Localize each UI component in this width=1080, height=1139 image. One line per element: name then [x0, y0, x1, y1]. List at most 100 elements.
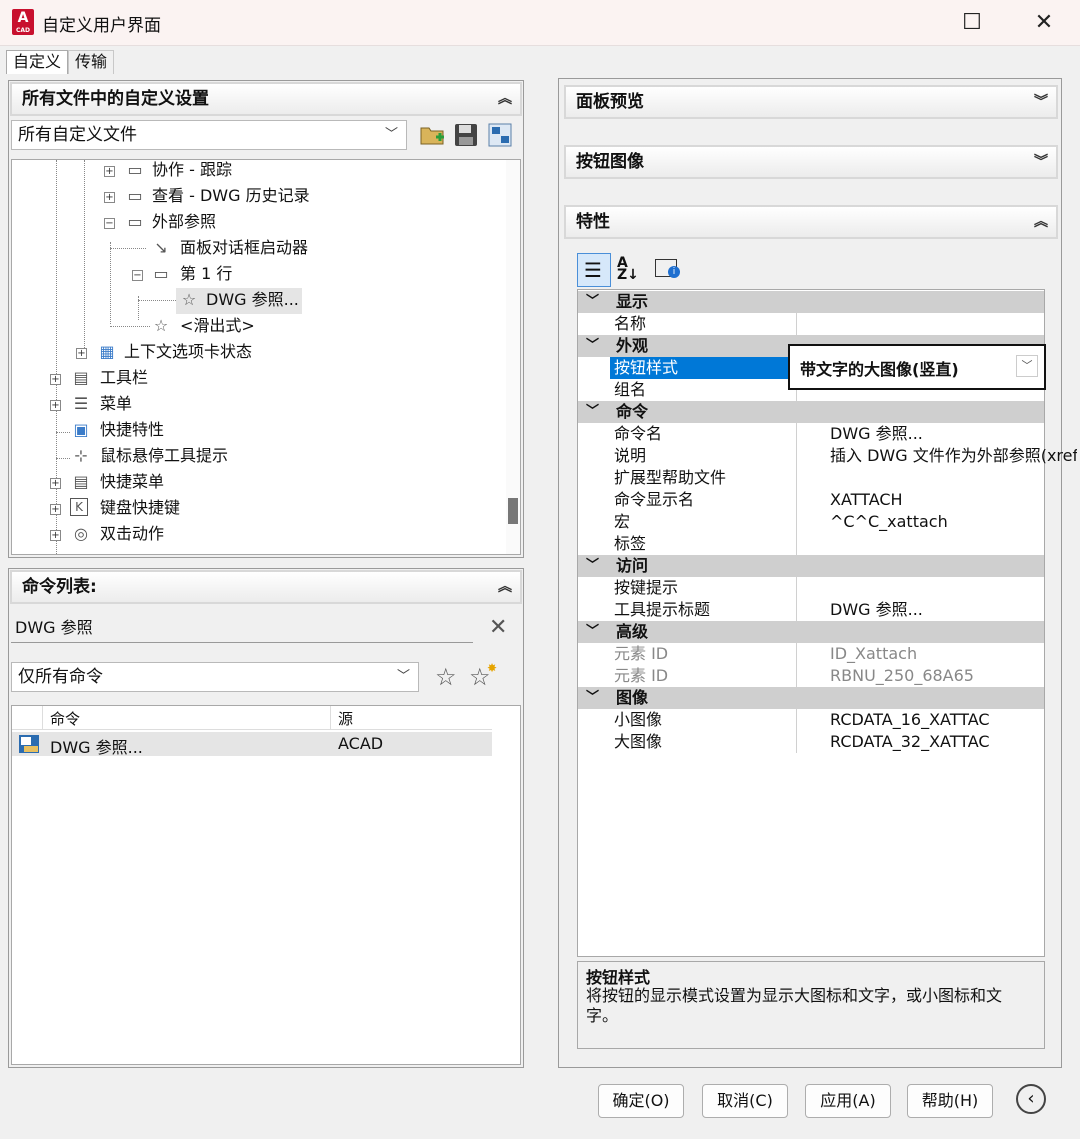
categorized-view-button[interactable]: ☰: [577, 253, 611, 287]
close-button[interactable]: ✕: [1024, 8, 1064, 38]
expand-toggle[interactable]: +: [50, 374, 61, 385]
maximize-button[interactable]: ☐: [952, 8, 992, 38]
right-panel: 面板预览 ︾ 按钮图像 ︾ 特性 ︽ ☰ A Z↓ i ﹀ 显示 名称 ﹀ 外观 按钮…: [558, 78, 1077, 1068]
expand-toggle[interactable]: +: [104, 192, 115, 203]
clear-search-icon[interactable]: ✕: [489, 615, 507, 640]
prop-row[interactable]: 元素 ID RBNU_250_68A65: [610, 665, 1042, 687]
command-list-title: 命令列表:: [22, 577, 97, 597]
prop-row[interactable]: 扩展型帮助文件: [610, 467, 1042, 489]
command-list-table: 命令 源 DWG 参照... ACAD: [11, 705, 521, 1065]
expand-icon[interactable]: ︾: [1034, 147, 1048, 177]
command-list-panel: 命令列表: ︽ DWG 参照 ✕ 仅所有命令 ﹀ ☆ ☆ ✸ 命令 源 DWG …: [8, 568, 524, 1068]
tree-item-slideout[interactable]: <滑出式>: [180, 314, 255, 338]
customization-file-select[interactable]: 所有自定义文件 ﹀: [11, 120, 407, 150]
cancel-button[interactable]: 取消(C): [702, 1084, 788, 1118]
expand-icon[interactable]: ︾: [1034, 87, 1048, 117]
description-box: 按钮样式 将按钮的显示模式设置为显示大图标和文字，或小图标和文字。: [577, 961, 1045, 1049]
prop-row[interactable]: 说明 插入 DWG 文件作为外部参照(xref): [610, 445, 1077, 467]
open-file-icon[interactable]: [419, 122, 447, 148]
tree-item-dwg-ref[interactable]: DWG 参照...: [206, 288, 299, 312]
customization-tree[interactable]: + ▭ 协作 - 跟踪 + ▭ 查看 - DWG 历史记录 − ▭ 外部参照 ↘…: [11, 159, 521, 555]
tree-item-double-click[interactable]: 双击动作: [100, 522, 164, 546]
prop-row[interactable]: 小图像 RCDATA_16_XATTAC: [610, 709, 1042, 731]
tree-item-quick-properties[interactable]: 快捷特性: [100, 418, 164, 442]
ribbon-panel-icon: ▭: [127, 212, 143, 231]
command-search-input[interactable]: DWG 参照: [11, 615, 473, 643]
tree-item-row-1[interactable]: 第 1 行: [180, 262, 232, 286]
prop-row[interactable]: 标签: [610, 533, 1042, 555]
tree-item-rollover-tooltips[interactable]: 鼠标悬停工具提示: [100, 444, 228, 468]
tab-transfer[interactable]: 传输: [68, 50, 115, 74]
column-source[interactable]: 源: [338, 708, 353, 729]
expand-toggle[interactable]: +: [50, 504, 61, 515]
tree-item-dwg-history[interactable]: 查看 - DWG 历史记录: [152, 184, 310, 208]
collapse-left-icon[interactable]: ‹: [1016, 1084, 1046, 1114]
customizations-header[interactable]: 所有文件中的自定义设置 ︽: [10, 82, 522, 116]
properties-header[interactable]: 特性 ︽: [564, 205, 1058, 239]
category-display[interactable]: ﹀ 显示: [578, 291, 1044, 313]
expand-toggle[interactable]: +: [76, 348, 87, 359]
column-command[interactable]: 命令: [50, 708, 80, 729]
toolbar-icon: ▤: [73, 368, 89, 387]
prop-row[interactable]: 宏 ^C^C_xattach: [610, 511, 1042, 533]
tree-item-contextual-tab-states[interactable]: 上下文选项卡状态: [124, 340, 252, 364]
ribbon-panel-icon: ▭: [127, 160, 143, 179]
expand-toggle[interactable]: +: [104, 166, 115, 177]
collapse-icon[interactable]: ︽: [498, 84, 512, 114]
contextual-tab-icon: ▦: [99, 342, 115, 361]
prop-row[interactable]: 命令名 DWG 参照...: [610, 423, 1042, 445]
prop-row[interactable]: 工具提示标题 DWG 参照...: [610, 599, 1042, 621]
table-row[interactable]: DWG 参照... ACAD: [12, 732, 492, 757]
button-style-select[interactable]: 带文字的大图像(竖直) ﹀: [788, 344, 1046, 390]
collapse-toggle[interactable]: −: [104, 218, 115, 229]
tree-item-dialog-launcher[interactable]: 面板对话框启动器: [180, 236, 308, 260]
command-list-header[interactable]: 命令列表: ︽: [10, 570, 522, 604]
tab-customize[interactable]: 自定义: [6, 50, 69, 74]
tree-item-shortcut-menus[interactable]: 快捷菜单: [100, 470, 164, 494]
close-icon: ✕: [1034, 10, 1054, 35]
rollover-tooltip-icon: ⊹: [74, 446, 88, 465]
button-image-header[interactable]: 按钮图像 ︾: [564, 145, 1058, 179]
star-icon: ☆: [181, 290, 197, 309]
tree-item-menus[interactable]: 菜单: [100, 392, 132, 416]
prop-row[interactable]: 命令显示名 XATTACH: [610, 489, 1042, 511]
save-icon[interactable]: [453, 122, 479, 148]
command-filter-select[interactable]: 仅所有命令 ﹀: [11, 662, 419, 692]
category-command[interactable]: ﹀ 命令: [578, 401, 1044, 423]
property-pages-button[interactable]: i: [655, 259, 680, 278]
ribbon-panel-icon: ▭: [127, 186, 143, 205]
title-bar: A CAD 自定义用户界面 ☐ ✕: [0, 0, 1080, 46]
expand-toggle[interactable]: +: [50, 400, 61, 411]
tree-item-toolbars[interactable]: 工具栏: [100, 366, 148, 390]
find-command-icon[interactable]: ☆: [435, 663, 457, 691]
categorized-icon: ☰: [584, 258, 602, 282]
collapse-icon[interactable]: ︽: [1034, 207, 1048, 237]
tree-scrollbar[interactable]: [506, 160, 520, 554]
autocad-app-icon: A CAD: [12, 9, 34, 35]
description-text: 将按钮的显示模式设置为显示大图标和文字，或小图标和文字。: [586, 986, 1003, 1025]
expand-toggle[interactable]: +: [50, 530, 61, 541]
ok-button[interactable]: 确定(O): [598, 1084, 684, 1118]
tree-item-keyboard-shortcuts[interactable]: 键盘快捷键: [100, 496, 180, 520]
prop-row[interactable]: 按键提示: [610, 577, 1042, 599]
prop-row[interactable]: 元素 ID ID_Xattach: [610, 643, 1042, 665]
alphabetical-view-button[interactable]: A Z↓: [617, 256, 639, 282]
customizations-panel: 所有文件中的自定义设置 ︽ 所有自定义文件 ﹀ + ▭ 协作 - 跟踪 + ▭ …: [8, 80, 524, 558]
expand-toggle[interactable]: +: [50, 478, 61, 489]
mouse-icon: ◎: [74, 524, 88, 543]
category-access[interactable]: ﹀ 访问: [578, 555, 1044, 577]
tree-scrollbar-thumb[interactable]: [508, 498, 518, 524]
category-images[interactable]: ﹀ 图像: [578, 687, 1044, 709]
panel-preview-header[interactable]: 面板预览 ︾: [564, 85, 1058, 119]
prop-row[interactable]: 名称: [610, 313, 1042, 335]
tree-item-xref[interactable]: 外部参照: [152, 210, 216, 234]
collapse-icon[interactable]: ︽: [498, 572, 512, 602]
apply-button[interactable]: 应用(A): [805, 1084, 891, 1118]
category-advanced[interactable]: ﹀ 高级: [578, 621, 1044, 643]
help-button[interactable]: 帮助(H): [907, 1084, 993, 1118]
shortcut-menu-icon: ▤: [73, 472, 89, 491]
load-partial-icon[interactable]: [487, 122, 513, 148]
collapse-toggle[interactable]: −: [132, 270, 143, 281]
tree-item-collab-track[interactable]: 协作 - 跟踪: [152, 160, 232, 182]
prop-row[interactable]: 大图像 RCDATA_32_XATTAC: [610, 731, 1042, 753]
